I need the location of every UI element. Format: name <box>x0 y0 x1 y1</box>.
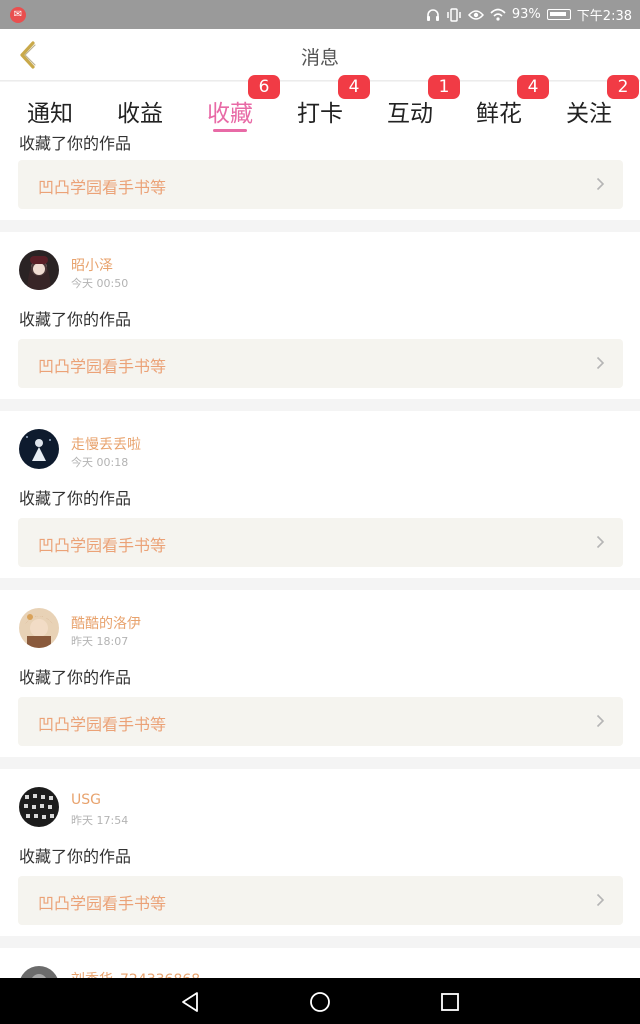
user-avatar-image <box>19 250 59 290</box>
work-link[interactable]: 凹凸学园看手书等 <box>18 518 623 567</box>
vibrate-icon <box>447 7 461 22</box>
work-title: 凹凸学园看手书等 <box>38 178 167 197</box>
avatar[interactable] <box>19 608 59 648</box>
triangle-back-icon <box>182 992 198 1012</box>
tab-bar: 通知 收益 收藏 6 打卡 4 互动 1 鲜花 4 关注 2 <box>0 75 640 134</box>
favorite-card: 酷酷的洛伊 昨天 18:07 收藏了你的作品 凹凸学园看手书等 <box>0 590 640 757</box>
battery-icon <box>546 9 571 20</box>
timestamp: 昨天 18:07 <box>71 635 129 648</box>
avatar[interactable] <box>19 429 59 469</box>
username[interactable]: 昭小泽 <box>71 255 113 275</box>
action-text: 收藏了你的作品 <box>19 134 132 153</box>
system-nav-bar <box>0 978 640 1024</box>
work-title: 凹凸学园看手书等 <box>38 894 167 913</box>
unread-badge: 2 <box>607 75 639 99</box>
timestamp: 今天 00:18 <box>71 456 129 469</box>
header: 消息 <box>0 29 640 81</box>
chevron-right-icon <box>596 893 605 907</box>
favorite-card: USG 昨天 17:54 收藏了你的作品 凹凸学园看手书等 <box>0 769 640 936</box>
chevron-right-icon <box>596 714 605 728</box>
favorite-card: 刘季华_724336868 <box>0 948 640 978</box>
work-title: 凹凸学园看手书等 <box>38 715 167 734</box>
circle-home-icon <box>310 992 330 1012</box>
clock: 下午2:38 <box>576 9 632 24</box>
status-icons: 93% 下午2:38 <box>426 0 632 29</box>
action-text: 收藏了你的作品 <box>19 310 132 329</box>
action-text: 收藏了你的作品 <box>19 489 132 508</box>
eye-icon <box>467 9 484 20</box>
status-bar: ✉ 93% 下午2:38 <box>0 0 640 29</box>
chevron-right-icon <box>596 535 605 549</box>
chevron-right-icon <box>596 177 605 191</box>
user-avatar-image <box>19 429 59 469</box>
action-text: 收藏了你的作品 <box>19 847 132 866</box>
square-recents-icon <box>441 993 459 1011</box>
chevron-right-icon <box>596 356 605 370</box>
favorite-card: 走慢丢丢啦 今天 00:18 收藏了你的作品 凹凸学园看手书等 <box>0 411 640 578</box>
action-text: 收藏了你的作品 <box>19 668 132 687</box>
work-title: 凹凸学园看手书等 <box>38 536 167 555</box>
avatar[interactable] <box>19 966 59 978</box>
tab-interaction[interactable]: 互动 1 <box>365 75 460 134</box>
username[interactable]: USG <box>71 792 101 808</box>
work-title: 凹凸学园看手书等 <box>38 357 167 376</box>
active-tab-indicator <box>213 129 247 132</box>
user-avatar-image <box>19 966 59 978</box>
avatar[interactable] <box>19 250 59 290</box>
nav-recents-button[interactable] <box>437 989 463 1015</box>
tab-label: 收益 <box>117 101 163 127</box>
tab-label: 通知 <box>27 101 73 127</box>
favorites-feed[interactable]: 收藏了你的作品 凹凸学园看手书等 昭小泽 今天 00:50 收藏了你的作品 凹凸… <box>0 134 640 978</box>
work-link[interactable]: 凹凸学园看手书等 <box>18 697 623 746</box>
tab-following[interactable]: 关注 2 <box>544 75 639 134</box>
username[interactable]: 刘季华_724336868 <box>71 969 200 978</box>
favorite-card: 昭小泽 今天 00:50 收藏了你的作品 凹凸学园看手书等 <box>0 232 640 399</box>
username[interactable]: 走慢丢丢啦 <box>71 434 141 454</box>
work-link[interactable]: 凹凸学园看手书等 <box>18 160 623 209</box>
user-avatar-image <box>19 787 59 827</box>
app-notification-icon: ✉ <box>10 7 26 23</box>
wifi-icon <box>490 8 506 21</box>
tab-notifications[interactable]: 通知 <box>5 82 95 134</box>
tab-checkin[interactable]: 打卡 4 <box>275 75 370 134</box>
tab-favorites[interactable]: 收藏 6 <box>185 75 280 134</box>
tab-flowers[interactable]: 鲜花 4 <box>454 75 549 134</box>
nav-back-button[interactable] <box>177 989 203 1015</box>
avatar[interactable] <box>19 787 59 827</box>
timestamp: 昨天 17:54 <box>71 814 129 827</box>
headset-icon <box>426 8 439 21</box>
favorite-card: 收藏了你的作品 凹凸学园看手书等 <box>0 134 640 220</box>
timestamp: 今天 00:50 <box>71 277 129 290</box>
nav-home-button[interactable] <box>307 989 333 1015</box>
username[interactable]: 酷酷的洛伊 <box>71 613 141 633</box>
tab-earnings[interactable]: 收益 <box>95 82 185 134</box>
page-title: 消息 <box>300 47 339 69</box>
work-link[interactable]: 凹凸学园看手书等 <box>18 876 623 925</box>
battery-percent: 93% <box>511 7 541 22</box>
user-avatar-image <box>19 608 59 648</box>
work-link[interactable]: 凹凸学园看手书等 <box>18 339 623 388</box>
